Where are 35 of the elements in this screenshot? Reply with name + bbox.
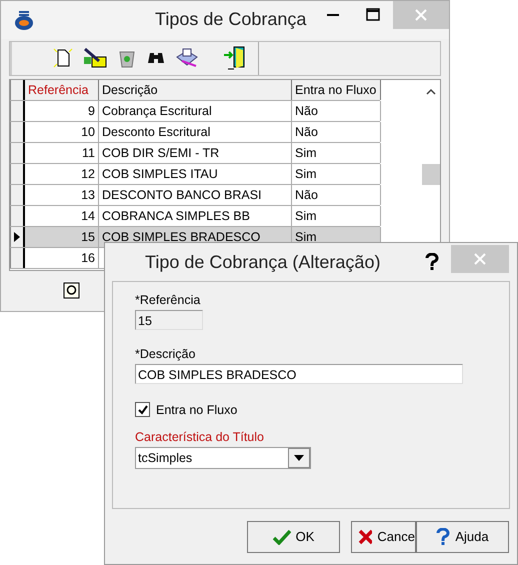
table-cell[interactable]: Não (292, 122, 381, 142)
table-cell[interactable]: 16 (25, 248, 99, 268)
field-label: Característica do Título (135, 429, 264, 445)
checkbox-label: Entra no Fluxo (156, 402, 238, 416)
table-cell[interactable]: Desconto Escritural (99, 122, 292, 142)
table-cell[interactable]: 11 (25, 143, 99, 164)
help-button[interactable]: Ajuda (416, 520, 509, 552)
table-cell[interactable]: COB SIMPLES ITAU (99, 164, 292, 184)
table-cell[interactable]: 13 (25, 185, 99, 206)
input-field[interactable]: 15 (135, 310, 203, 330)
table-cell[interactable]: COBRANCA SIMPLES BB (99, 206, 292, 226)
table-cell[interactable]: 9 (25, 101, 99, 122)
column-header[interactable]: Referência (25, 80, 99, 100)
cancel-button[interactable]: Cance (351, 520, 416, 552)
table-cell[interactable]: 10 (25, 122, 99, 142)
ok-button[interactable]: OK (247, 520, 340, 552)
table-cell[interactable]: DESCONTO BANCO BRASI (99, 185, 292, 206)
field-label: *Descrição (135, 346, 196, 362)
table-cell[interactable]: 12 (25, 164, 99, 184)
input-field[interactable]: COB SIMPLES BRADESCO (135, 364, 463, 384)
table-cell[interactable]: Sim (292, 143, 381, 164)
table-cell[interactable]: Não (292, 185, 381, 206)
dropdown[interactable]: tcSimples (135, 447, 311, 469)
column-header[interactable]: Entra no Fluxo (292, 80, 381, 100)
table-cell[interactable]: Não (292, 101, 381, 122)
column-header[interactable]: Descrição (99, 80, 292, 100)
table-cell[interactable]: Sim (292, 164, 381, 184)
table-cell[interactable]: COB DIR S/EMI - TR (99, 143, 292, 164)
field-label: *Referência (135, 292, 200, 308)
table-cell[interactable]: 15 (25, 227, 99, 248)
table-cell[interactable]: 14 (25, 206, 99, 226)
table-cell[interactable]: Sim (292, 206, 381, 226)
table-cell[interactable]: Cobrança Escritural (99, 101, 292, 122)
window-title: Tipos de Cobrança (155, 9, 308, 30)
dialog-title: Tipo de Cobrança (Alteração) (145, 252, 382, 272)
